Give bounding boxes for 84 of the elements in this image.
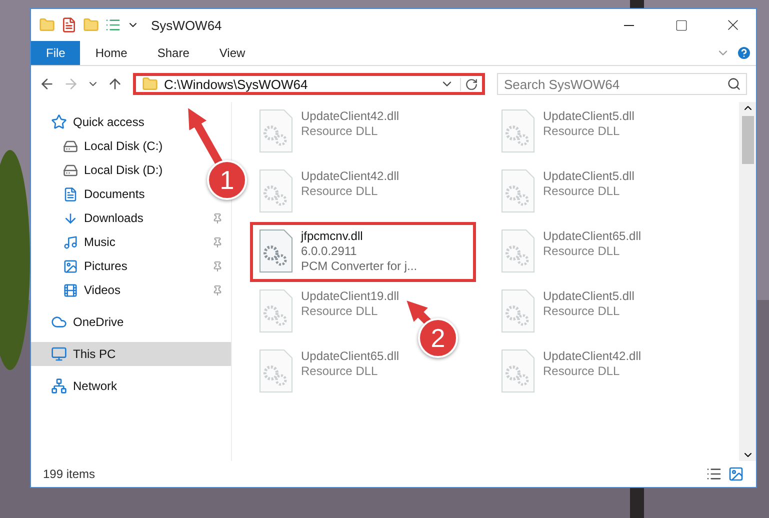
scrollbar[interactable] <box>739 102 756 461</box>
ribbon-tab[interactable]: File <box>31 41 80 65</box>
nav-icon <box>51 314 67 330</box>
scroll-thumb[interactable] <box>742 116 754 164</box>
nav-icon <box>63 162 78 178</box>
nav-icon <box>63 234 78 250</box>
item-count: 199 items <box>43 467 96 481</box>
ribbon-tab[interactable]: Share <box>142 41 204 65</box>
folder-icon <box>142 76 158 92</box>
nav-item[interactable]: Music <box>31 230 231 254</box>
file-detail: Resource DLL <box>301 364 378 379</box>
nav-item[interactable]: Quick access <box>31 110 152 134</box>
properties-icon[interactable] <box>61 17 77 33</box>
search-field[interactable]: Search SysWOW64 <box>497 73 747 95</box>
customize-icon[interactable] <box>105 17 121 33</box>
ribbon-tab[interactable]: Home <box>80 41 142 65</box>
pin-icon[interactable] <box>212 260 223 272</box>
back-icon <box>39 76 55 92</box>
nav-item[interactable]: Local Disk (D:) <box>31 158 171 182</box>
file-name[interactable]: UpdateClient5.dll <box>543 109 634 124</box>
nav-item[interactable]: OneDrive <box>31 310 132 334</box>
address-bar[interactable]: C:\Windows\SysWOW64 <box>133 73 485 95</box>
details-view-icon[interactable] <box>706 466 722 482</box>
file-name[interactable]: UpdateClient65.dll <box>301 349 400 364</box>
gear-file-icon <box>501 289 535 333</box>
file-name[interactable]: UpdateClient42.dll <box>301 109 400 124</box>
nav-item[interactable]: Network <box>31 374 126 398</box>
nav-icon <box>63 138 78 154</box>
nav-item[interactable]: Pictures <box>31 254 231 278</box>
file-detail: Resource DLL <box>301 304 378 319</box>
nav-item[interactable]: Documents <box>31 182 153 206</box>
gear-file-icon <box>501 229 535 273</box>
file-detail: PCM Converter for j... <box>301 259 418 274</box>
nav-icon <box>63 210 78 226</box>
gear-file-icon <box>259 349 293 393</box>
gear-file-icon <box>259 169 293 213</box>
new-folder-icon[interactable] <box>83 17 99 33</box>
nav-icon <box>63 186 78 202</box>
maximize-icon <box>674 18 688 32</box>
nav-icon <box>51 346 67 362</box>
file-name[interactable]: UpdateClient5.dll <box>543 169 634 184</box>
nav-icon <box>51 378 67 394</box>
file-detail: Resource DLL <box>543 364 620 379</box>
nav-item[interactable]: Downloads <box>31 206 231 230</box>
file-name[interactable]: UpdateClient42.dll <box>301 169 400 184</box>
gear-file-icon <box>259 289 293 333</box>
gear-file-icon <box>501 109 535 153</box>
nav-item[interactable]: Videos <box>31 278 231 302</box>
refresh-icon <box>465 78 478 90</box>
file-name[interactable]: UpdateClient5.dll <box>543 289 634 304</box>
file-name[interactable]: UpdateClient65.dll <box>543 229 642 244</box>
ribbon-tab[interactable]: View <box>204 41 260 65</box>
help-icon[interactable] <box>736 45 752 61</box>
pin-icon[interactable] <box>212 284 223 296</box>
file-detail: Resource DLL <box>543 244 620 259</box>
file-detail: Resource DLL <box>543 184 620 199</box>
gear-file-icon <box>259 229 293 273</box>
file-name[interactable]: jfpcmcnv.dll <box>301 229 363 244</box>
minimize-icon <box>624 24 634 26</box>
nav-icon <box>51 114 67 130</box>
file-detail: Resource DLL <box>301 184 378 199</box>
forward-icon <box>63 76 79 92</box>
window-title: SysWOW64 <box>151 18 223 32</box>
gear-file-icon <box>501 349 535 393</box>
up-icon <box>107 76 123 92</box>
nav-item[interactable]: This PC <box>31 342 231 366</box>
search-icon[interactable] <box>727 77 741 91</box>
file-name[interactable]: UpdateClient19.dll <box>301 289 400 304</box>
file-detail: Resource DLL <box>543 124 620 139</box>
pin-icon[interactable] <box>212 212 223 224</box>
address-path: C:\Windows\SysWOW64 <box>164 76 309 92</box>
file-detail: Resource DLL <box>301 124 378 139</box>
selected-file-tile[interactable]: jfpcmcnv.dll 6.0.0.2911 PCM Converter for j... <box>250 222 476 282</box>
nav-icon <box>63 282 78 298</box>
file-detail: Resource DLL <box>543 304 620 319</box>
folder-icon[interactable] <box>39 17 55 33</box>
large-icons-view-icon[interactable] <box>728 466 744 482</box>
pin-icon[interactable] <box>212 236 223 248</box>
gear-file-icon <box>259 109 293 153</box>
file-detail: 6.0.0.2911 <box>301 244 357 259</box>
nav-icon <box>63 258 78 274</box>
gear-file-icon <box>501 169 535 213</box>
nav-item[interactable]: Local Disk (C:) <box>31 134 171 158</box>
file-name[interactable]: UpdateClient42.dll <box>543 349 642 364</box>
